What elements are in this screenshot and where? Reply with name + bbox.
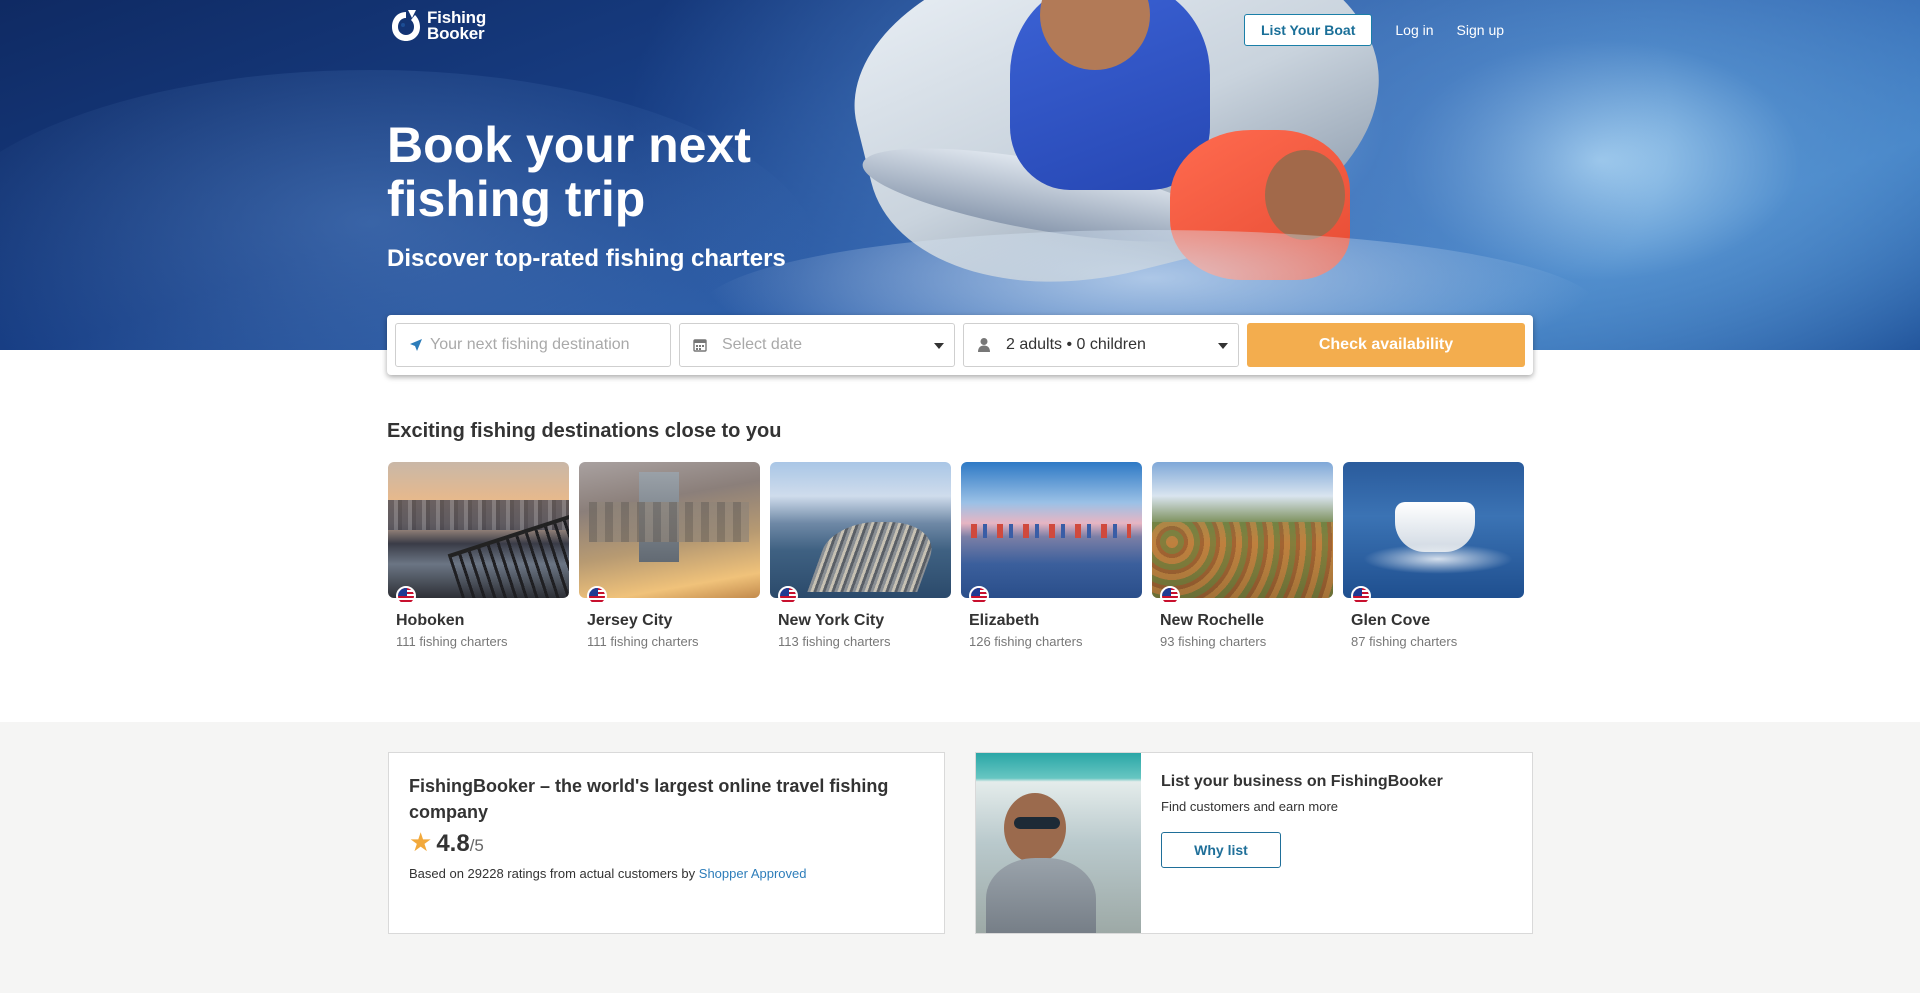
destination-count: 93 fishing charters	[1160, 634, 1267, 649]
hero-title: Book your next fishing trip	[387, 117, 751, 227]
destination-count: 126 fishing charters	[969, 634, 1083, 649]
captain-photo	[976, 753, 1141, 933]
check-availability-button[interactable]: Check availability	[1247, 323, 1525, 367]
destination-field[interactable]	[395, 323, 671, 367]
destination-count: 111 fishing charters	[587, 634, 699, 649]
trust-title: FishingBooker – the world's largest onli…	[409, 776, 889, 822]
date-placeholder: Select date	[722, 336, 803, 353]
destination-name[interactable]: New Rochelle	[1160, 612, 1333, 630]
hero-banner	[0, 0, 1920, 350]
destination-name[interactable]: Jersey City	[587, 612, 760, 630]
destination-card-elizabeth[interactable]: Elizabeth 126 fishing charters	[961, 462, 1142, 649]
us-flag-icon	[396, 586, 416, 606]
trust-panel: FishingBooker – the world's largest onli…	[388, 752, 945, 934]
location-arrow-icon	[408, 337, 424, 353]
calendar-icon	[692, 337, 708, 353]
destination-count: 87 fishing charters	[1351, 634, 1458, 649]
search-bar: Select date 2 adults • 0 children Check …	[387, 315, 1533, 375]
info-band	[0, 722, 1920, 993]
rating-max: /5	[469, 836, 484, 855]
destination-count: 111 fishing charters	[396, 634, 508, 649]
list-business-content: List your business on FishingBooker Find…	[1141, 753, 1463, 933]
chevron-down-icon	[934, 343, 944, 349]
destination-image[interactable]	[961, 462, 1142, 598]
star-icon: ★	[409, 827, 433, 857]
list-business-subtitle: Find customers and earn more	[1161, 799, 1339, 814]
hero-angler-head-2	[1265, 150, 1345, 240]
guests-value: 2 adults • 0 children	[1006, 336, 1146, 353]
destination-name[interactable]: Hoboken	[396, 612, 569, 630]
rating-note-text: Based on 29228 ratings from actual custo…	[409, 866, 696, 881]
us-flag-icon	[969, 586, 989, 606]
hero-subtitle: Discover top-rated fishing charters	[387, 245, 786, 272]
destinations-title: Exciting fishing destinations close to y…	[387, 420, 782, 442]
destination-image[interactable]	[388, 462, 569, 598]
us-flag-icon	[1351, 586, 1371, 606]
destination-name[interactable]: New York City	[778, 612, 951, 630]
us-flag-icon	[1160, 586, 1180, 606]
shopper-approved-link[interactable]: Shopper Approved	[699, 866, 807, 881]
us-flag-icon	[587, 586, 607, 606]
date-field[interactable]: Select date	[679, 323, 955, 367]
signup-link[interactable]: Sign up	[1457, 22, 1504, 38]
destination-cards: Hoboken 111 fishing charters Jersey City…	[388, 462, 1524, 649]
destination-input[interactable]	[430, 336, 650, 354]
destination-image[interactable]	[1152, 462, 1333, 598]
logo-text-line2: Booker	[427, 24, 485, 43]
fishingbooker-logo-icon	[392, 10, 420, 41]
destination-card-jersey-city[interactable]: Jersey City 111 fishing charters	[579, 462, 760, 649]
list-business-title: List your business on FishingBooker	[1161, 773, 1443, 790]
sunglasses-detail	[1014, 817, 1060, 829]
destination-count: 113 fishing charters	[778, 634, 891, 649]
destination-card-glen-cove[interactable]: Glen Cove 87 fishing charters	[1343, 462, 1524, 649]
us-flag-icon	[778, 586, 798, 606]
destination-image[interactable]	[1343, 462, 1524, 598]
destination-card-hoboken[interactable]: Hoboken 111 fishing charters	[388, 462, 569, 649]
top-nav: List Your Boat Log in Sign up	[1244, 14, 1504, 46]
why-list-button[interactable]: Why list	[1161, 832, 1281, 868]
rating-value: 4.8	[436, 830, 470, 857]
person-icon	[976, 337, 992, 353]
list-your-boat-button[interactable]: List Your Boat	[1244, 14, 1373, 46]
logo-text: Fishing Booker	[427, 9, 486, 43]
guests-field[interactable]: 2 adults • 0 children	[963, 323, 1239, 367]
destination-image[interactable]	[770, 462, 951, 598]
destination-card-new-york-city[interactable]: New York City 113 fishing charters	[770, 462, 951, 649]
destination-image[interactable]	[579, 462, 760, 598]
rating-note: Based on 29228 ratings from actual custo…	[409, 866, 924, 881]
rating: ★ 4.8 /5	[409, 829, 924, 858]
destination-card-new-rochelle[interactable]: New Rochelle 93 fishing charters	[1152, 462, 1333, 649]
destination-name[interactable]: Elizabeth	[969, 612, 1142, 630]
list-business-panel: List your business on FishingBooker Find…	[975, 752, 1533, 934]
chevron-down-icon	[1218, 343, 1228, 349]
logo[interactable]: Fishing Booker	[389, 8, 486, 44]
destination-name[interactable]: Glen Cove	[1351, 612, 1524, 630]
login-link[interactable]: Log in	[1395, 22, 1433, 38]
